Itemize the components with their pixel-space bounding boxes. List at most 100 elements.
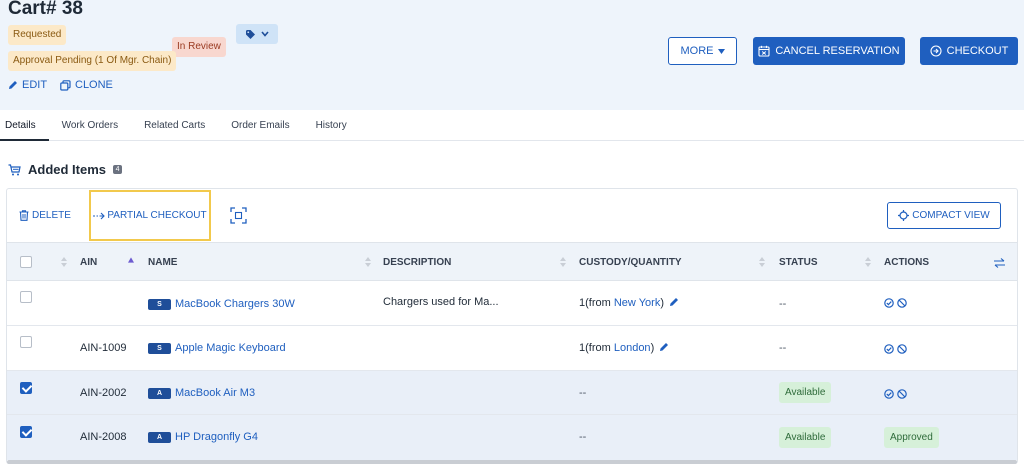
cell-description: Chargers used for Ma... [383,296,499,308]
status-badge-requested: Requested [8,25,67,45]
tab-bar: Details Work Orders Related Carts Order … [0,110,1024,141]
delete-button[interactable]: DELETE [19,210,71,221]
copy-icon [60,79,71,91]
custody-location-link[interactable]: New York [614,297,660,309]
page-title: Cart# 38 [8,0,83,19]
sort-icon[interactable] [759,256,765,268]
arrow-circle-right-icon [930,45,942,57]
custody-quantity: 1(from [579,297,611,309]
row-checkbox[interactable] [20,291,32,303]
cell-status: -- [779,342,787,354]
tab-history[interactable]: History [303,110,360,141]
ban-icon[interactable] [897,298,907,308]
row-actions [884,298,907,308]
status-badge: Available [779,427,832,448]
column-header-name[interactable]: NAME [148,257,177,268]
tab-related-carts[interactable]: Related Carts [131,110,218,141]
tab-work-orders[interactable]: Work Orders [49,110,132,141]
column-header-custody[interactable]: CUSTODY/QUANTITY [579,257,682,268]
compact-view-button[interactable]: COMPACT VIEW [887,202,1001,229]
sort-icon[interactable] [865,256,871,268]
row-actions [884,344,907,354]
ban-icon[interactable] [897,344,907,354]
item-name-link[interactable]: MacBook Air M3 [175,387,255,399]
sort-ascending-icon[interactable] [128,257,134,263]
sort-icon[interactable] [61,256,67,268]
edit-link[interactable]: EDIT [8,79,47,91]
check-circle-icon[interactable] [884,344,894,354]
row-checkbox[interactable] [20,382,32,394]
custody-location-link[interactable]: London [614,342,651,354]
table-header: AIN NAME DESCRIPTION CUSTODY/QUANTITY ST… [7,242,1017,281]
expand-view-button[interactable] [230,207,247,227]
pencil-icon [9,81,17,89]
cart-header: Cart# 38 Requested In Review Approval Pe… [0,0,1024,110]
column-header-status[interactable]: STATUS [779,257,818,268]
tab-order-emails[interactable]: Order Emails [218,110,302,141]
select-all-checkbox[interactable] [20,256,32,268]
custody-suffix: ) [650,342,655,354]
row-actions [884,389,907,399]
checkout-button[interactable]: CHECKOUT [920,37,1018,65]
item-name-link[interactable]: MacBook Chargers 30W [175,298,295,310]
caret-down-icon [717,48,725,54]
pencil-icon[interactable] [659,342,669,352]
cart-icon [8,163,21,175]
cancel-reservation-label: CANCEL RESERVATION [775,45,900,57]
tab-details[interactable]: Details [0,110,49,141]
cell-ain: AIN-2002 [80,387,127,399]
item-name-link[interactable]: HP Dragonfly G4 [175,431,258,443]
calendar-icon [758,45,770,57]
compact-view-label: COMPACT VIEW [912,210,990,221]
type-badge: A [148,432,171,443]
pencil-icon[interactable] [669,297,679,307]
custody-suffix: ) [660,297,664,309]
item-name-link[interactable]: Apple Magic Keyboard [175,342,286,354]
chevron-down-icon [260,31,269,37]
added-items-title: Added Items [28,162,107,177]
expand-icon [230,207,247,224]
added-items-heading: Added Items 4 [8,162,123,177]
sort-icon[interactable] [365,256,371,268]
tag-dropdown-button[interactable] [236,24,278,44]
check-circle-icon[interactable] [884,389,894,399]
type-badge: S [148,299,171,310]
row-checkbox[interactable] [20,336,32,348]
clone-label: CLONE [75,79,113,91]
column-header-ain[interactable]: AIN [80,257,97,268]
status-badge-in-review: In Review [172,37,226,57]
table-row[interactable]: AIN-2002 A MacBook Air M3 -- Available [7,371,1017,415]
more-label: MORE [680,45,714,57]
approval-badge: Approved [884,427,939,448]
partial-checkout-button[interactable]: PARTIAL CHECKOUT [89,190,211,241]
crosshair-icon [898,210,910,221]
horizontal-scrollbar[interactable] [7,460,1017,464]
type-badge: S [148,343,171,354]
check-circle-icon[interactable] [884,298,894,308]
type-badge: A [148,388,171,399]
status-badge-approval: Approval Pending (1 Of Mgr. Chain) [8,51,177,71]
table-row[interactable]: AIN-2008 A HP Dragonfly G4 -- Available A… [7,415,1017,460]
cell-ain: AIN-2008 [80,431,127,443]
cell-custody: 1(from New York) [579,297,679,309]
column-header-actions: ACTIONS [884,257,929,268]
column-settings-icon[interactable] [994,258,1005,268]
cell-name[interactable]: S Apple Magic Keyboard [148,342,286,354]
cell-name[interactable]: S MacBook Chargers 30W [148,298,295,310]
checkout-label: CHECKOUT [946,45,1009,57]
delete-label: DELETE [32,210,71,221]
sort-icon[interactable] [560,256,566,268]
ban-icon[interactable] [897,389,907,399]
cell-name[interactable]: A MacBook Air M3 [148,387,255,399]
clone-link[interactable]: CLONE [60,79,113,91]
cell-custody: 1(from London) [579,342,669,354]
row-checkbox[interactable] [20,426,32,438]
table-row[interactable]: AIN-1009 S Apple Magic Keyboard 1(from Lo… [7,326,1017,371]
cell-name[interactable]: A HP Dragonfly G4 [148,431,258,443]
cancel-reservation-button[interactable]: CANCEL RESERVATION [753,37,905,65]
cell-ain: AIN-1009 [80,342,127,354]
more-button[interactable]: MORE [668,37,737,65]
table-row[interactable]: S MacBook Chargers 30W Chargers used for … [7,282,1017,326]
column-header-description[interactable]: DESCRIPTION [383,257,451,268]
cell-custody: -- [579,431,587,443]
